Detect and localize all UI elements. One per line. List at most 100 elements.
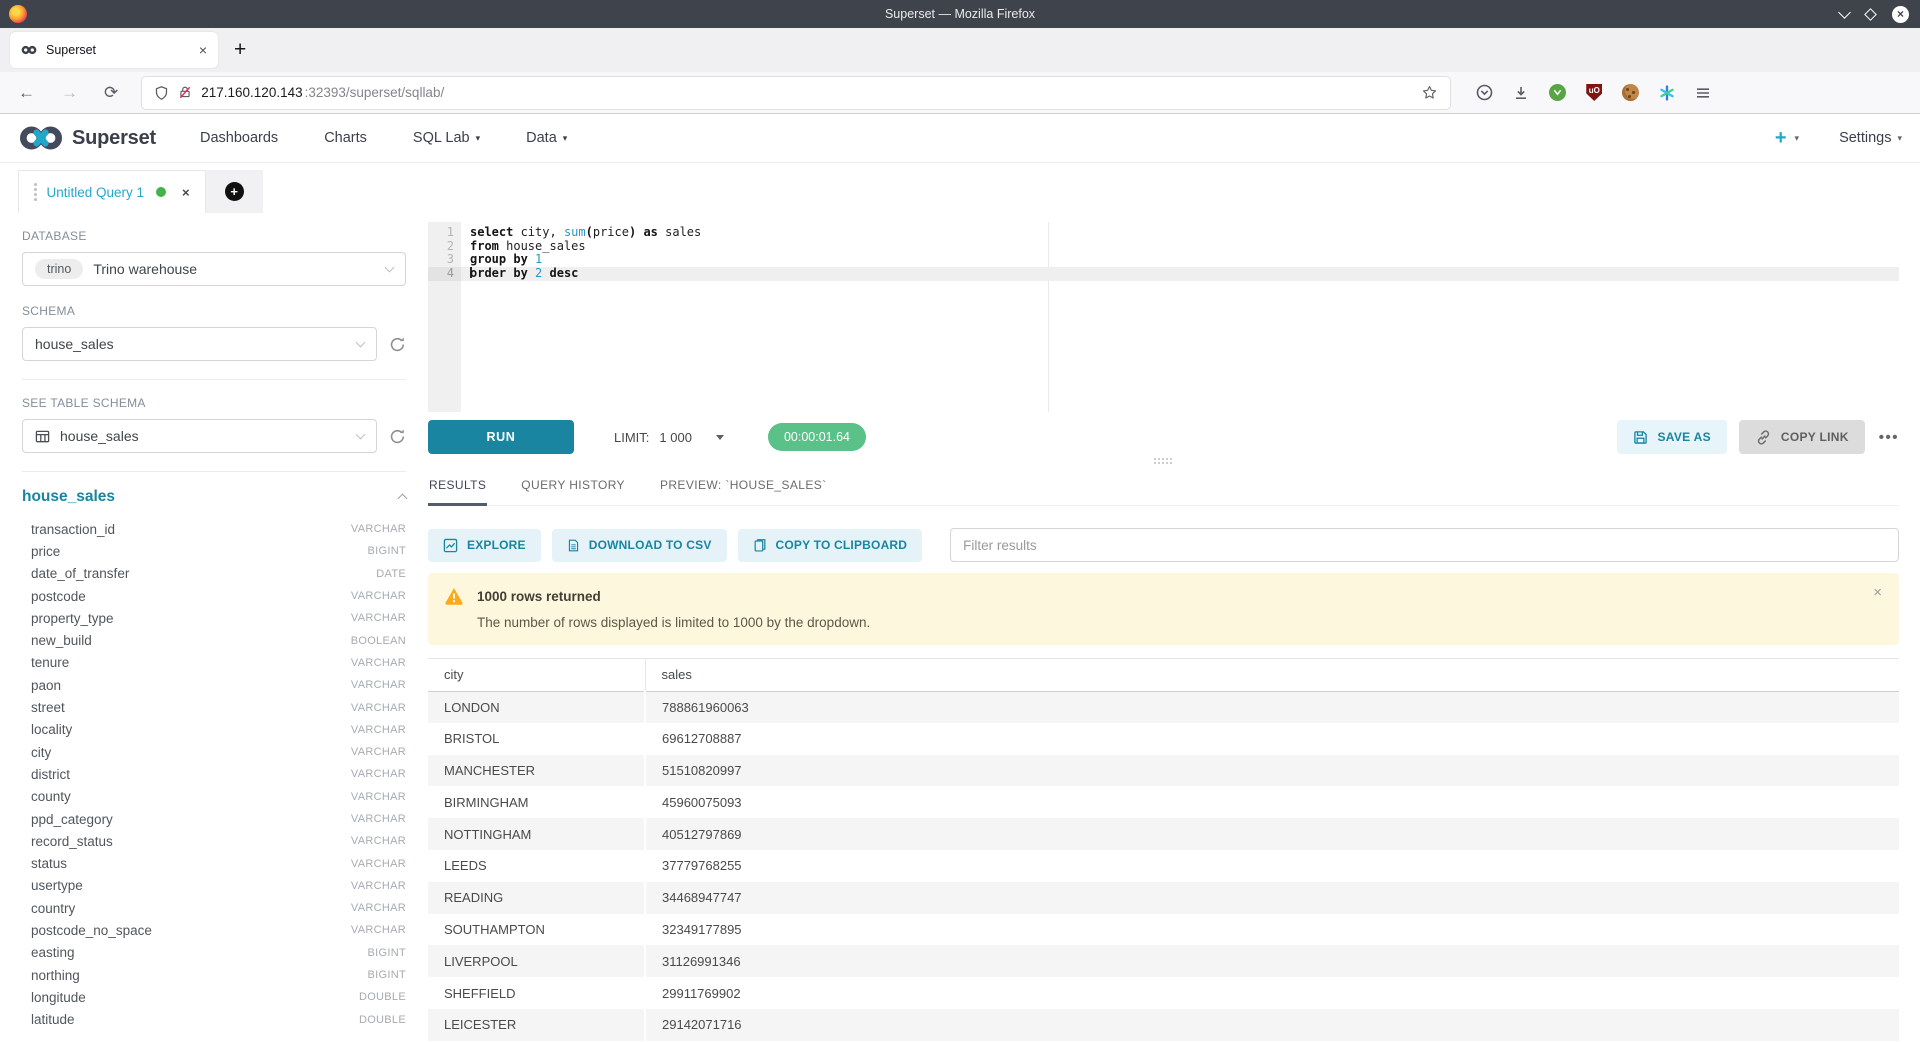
table-row[interactable]: BRISTOL69612708887: [428, 723, 1899, 755]
column-header[interactable]: city: [428, 659, 645, 691]
table-row[interactable]: LONDON788861960063: [428, 691, 1899, 723]
schema-select[interactable]: house_sales: [22, 327, 377, 361]
table-row[interactable]: LIVERPOOL31126991346: [428, 945, 1899, 977]
table-row[interactable]: LEICESTER29142071716: [428, 1009, 1899, 1041]
add-new-button[interactable]: +: [1775, 127, 1787, 150]
sql-editor[interactable]: 1select city, sum(price) as sales2from h…: [428, 222, 1899, 412]
table-row[interactable]: READING34468947747: [428, 882, 1899, 914]
copy-clipboard-button[interactable]: COPY TO CLIPBOARD: [738, 529, 923, 562]
add-query-tab[interactable]: +: [206, 170, 263, 213]
schema-column-row[interactable]: countyVARCHAR: [22, 786, 406, 808]
limit-dropdown[interactable]: LIMIT: 1 000: [614, 430, 724, 445]
url-bar[interactable]: 217.160.120.143 :32393/superset/sqllab/: [142, 77, 1450, 109]
nav-item-data[interactable]: Data▾: [526, 130, 567, 146]
download-csv-button[interactable]: DOWNLOAD TO CSV: [552, 529, 727, 562]
hamburger-menu-icon[interactable]: [1695, 85, 1711, 101]
table-cell: 69612708887: [645, 723, 1899, 755]
downloads-icon[interactable]: [1513, 85, 1529, 101]
table-row[interactable]: BIRMINGHAM45960075093: [428, 786, 1899, 818]
tab-results[interactable]: RESULTS: [428, 469, 487, 506]
schema-column-row[interactable]: postcode_no_spaceVARCHAR: [22, 919, 406, 941]
privacy-badger-icon[interactable]: [1549, 84, 1566, 101]
schema-column-row[interactable]: date_of_transferDATE: [22, 563, 406, 585]
cookie-extension-icon[interactable]: [1622, 84, 1639, 101]
reload-icon[interactable]: ⟳: [104, 83, 118, 103]
table-row[interactable]: NOTTINGHAM40512797869: [428, 818, 1899, 850]
database-select[interactable]: trino Trino warehouse: [22, 252, 406, 286]
column-header[interactable]: sales: [645, 659, 1899, 691]
shield-icon[interactable]: [154, 85, 169, 101]
query-tab-active[interactable]: Untitled Query 1 ×: [18, 170, 206, 213]
table-name-title[interactable]: house_sales: [22, 488, 115, 506]
schema-column-row[interactable]: transaction_idVARCHAR: [22, 518, 406, 540]
schema-column-row[interactable]: longitudeDOUBLE: [22, 986, 406, 1008]
insecure-lock-icon[interactable]: [178, 85, 192, 100]
schema-column-row[interactable]: new_buildBOOLEAN: [22, 629, 406, 651]
editor-line[interactable]: 2from house_sales: [428, 240, 1899, 254]
schema-column-row[interactable]: tenureVARCHAR: [22, 652, 406, 674]
column-type: VARCHAR: [351, 702, 406, 714]
close-alert-icon[interactable]: ×: [1873, 584, 1882, 601]
collapse-chevron-icon[interactable]: [398, 494, 408, 504]
table-cell: MANCHESTER: [428, 755, 645, 787]
column-name: easting: [31, 945, 75, 960]
nav-item-charts[interactable]: Charts: [324, 130, 367, 146]
refresh-schema-icon[interactable]: [389, 336, 406, 353]
ublock-icon[interactable]: uO: [1586, 84, 1602, 101]
schema-column-row[interactable]: ppd_categoryVARCHAR: [22, 808, 406, 830]
close-query-tab-icon[interactable]: ×: [182, 185, 190, 200]
schema-column-row[interactable]: cityVARCHAR: [22, 741, 406, 763]
browser-tab[interactable]: Superset ×: [10, 32, 218, 68]
drag-handle-icon[interactable]: [34, 183, 37, 201]
refresh-table-icon[interactable]: [389, 428, 406, 445]
table-row[interactable]: SOUTHAMPTON32349177895: [428, 914, 1899, 946]
schema-column-row[interactable]: northingBIGINT: [22, 964, 406, 986]
table-row[interactable]: SHEFFIELD29911769902: [428, 977, 1899, 1009]
close-tab-icon[interactable]: ×: [199, 42, 207, 58]
table-row[interactable]: LEEDS37779768255: [428, 850, 1899, 882]
column-name: country: [31, 901, 75, 916]
nav-item-dashboards[interactable]: Dashboards: [200, 130, 278, 146]
editor-line[interactable]: 1select city, sum(price) as sales: [428, 226, 1899, 240]
superset-logo-icon: [18, 125, 64, 151]
settings-menu[interactable]: Settings▾: [1839, 130, 1902, 146]
close-window-icon[interactable]: ×: [1892, 6, 1909, 23]
tab-preview[interactable]: PREVIEW: `HOUSE_SALES`: [659, 469, 828, 506]
more-options-button[interactable]: •••: [1879, 429, 1899, 446]
query-tab-title[interactable]: Untitled Query 1: [47, 185, 145, 200]
save-as-button[interactable]: SAVE AS: [1617, 420, 1726, 454]
editor-line[interactable]: 4order by 2 desc: [428, 267, 1899, 281]
schema-column-row[interactable]: eastingBIGINT: [22, 942, 406, 964]
schema-column-row[interactable]: streetVARCHAR: [22, 696, 406, 718]
schema-column-row[interactable]: priceBIGINT: [22, 540, 406, 562]
bookmark-star-icon[interactable]: [1421, 84, 1438, 101]
schema-column-row[interactable]: record_statusVARCHAR: [22, 830, 406, 852]
pocket-icon[interactable]: [1476, 84, 1493, 101]
minimize-icon[interactable]: [1838, 6, 1851, 19]
column-type: VARCHAR: [351, 902, 406, 914]
table-schema-select[interactable]: house_sales: [22, 419, 377, 453]
filter-results-input[interactable]: [950, 528, 1899, 562]
schema-column-row[interactable]: localityVARCHAR: [22, 719, 406, 741]
table-row[interactable]: MANCHESTER51510820997: [428, 755, 1899, 787]
schema-column-row[interactable]: statusVARCHAR: [22, 852, 406, 874]
schema-column-row[interactable]: property_typeVARCHAR: [22, 607, 406, 629]
explore-button[interactable]: EXPLORE: [428, 529, 541, 562]
brand-name[interactable]: Superset: [72, 127, 156, 150]
asterisk-extension-icon[interactable]: [1659, 85, 1675, 101]
pane-splitter[interactable]: [428, 454, 1899, 469]
schema-column-row[interactable]: country VARCHAR: [22, 897, 406, 919]
new-tab-button[interactable]: +: [234, 38, 246, 62]
schema-column-row[interactable]: usertypeVARCHAR: [22, 875, 406, 897]
nav-item-sql-lab[interactable]: SQL Lab▾: [413, 130, 480, 146]
run-button[interactable]: RUN: [428, 420, 574, 454]
maximize-icon[interactable]: [1864, 8, 1877, 21]
tab-query-history[interactable]: QUERY HISTORY: [520, 469, 626, 506]
schema-column-row[interactable]: paonVARCHAR: [22, 674, 406, 696]
schema-column-row[interactable]: postcodeVARCHAR: [22, 585, 406, 607]
copy-link-button[interactable]: COPY LINK: [1739, 420, 1865, 454]
schema-column-row[interactable]: districtVARCHAR: [22, 763, 406, 785]
schema-column-row[interactable]: latitudeDOUBLE: [22, 1009, 406, 1031]
back-icon[interactable]: ←: [18, 83, 35, 103]
editor-line[interactable]: 3group by 1: [428, 253, 1899, 267]
